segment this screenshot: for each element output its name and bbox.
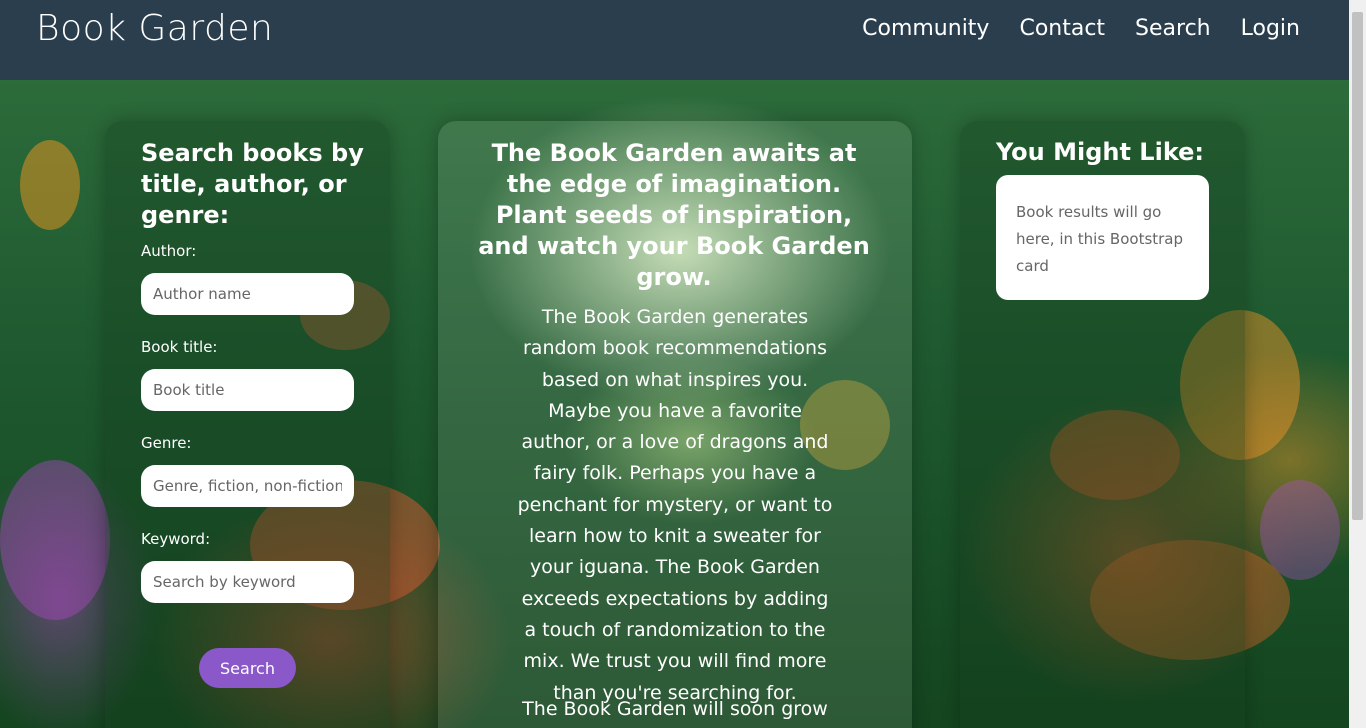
nav-link-contact[interactable]: Contact — [1019, 16, 1105, 41]
recommendations-title: You Might Like: — [996, 138, 1205, 166]
genre-input[interactable] — [141, 465, 354, 507]
author-input[interactable] — [141, 273, 354, 315]
nav-links: Community Contact Search Login — [862, 16, 1300, 41]
intro-paragraph: The Book Garden generates random book re… — [517, 306, 833, 704]
author-label: Author: — [141, 242, 197, 260]
search-form-title: Search books by title, author, or genre: — [141, 139, 364, 229]
keyword-label: Keyword: — [141, 530, 211, 548]
scrollbar-thumb[interactable] — [1352, 12, 1363, 520]
nav-link-login[interactable]: Login — [1241, 16, 1300, 41]
genre-label: Genre: — [141, 434, 192, 452]
book-result-card: Book results will go here, in this Boots… — [996, 175, 1209, 300]
intro-paragraph-2: The Book Garden will soon grow — [522, 698, 828, 720]
intro-headline: The Book Garden awaits at the edge of im… — [478, 139, 870, 291]
page-scrollbar[interactable] — [1349, 0, 1366, 728]
search-button[interactable]: Search — [199, 648, 296, 688]
nav-link-search[interactable]: Search — [1135, 16, 1211, 41]
keyword-input[interactable] — [141, 561, 354, 603]
nav-link-community[interactable]: Community — [862, 16, 989, 41]
book-result-placeholder: Book results will go here, in this Boots… — [1016, 203, 1184, 275]
navbar: Book Garden Community Contact Search Log… — [0, 0, 1366, 80]
brand-logo[interactable]: Book Garden — [36, 8, 273, 49]
book-title-input[interactable] — [141, 369, 354, 411]
book-title-label: Book title: — [141, 338, 218, 356]
